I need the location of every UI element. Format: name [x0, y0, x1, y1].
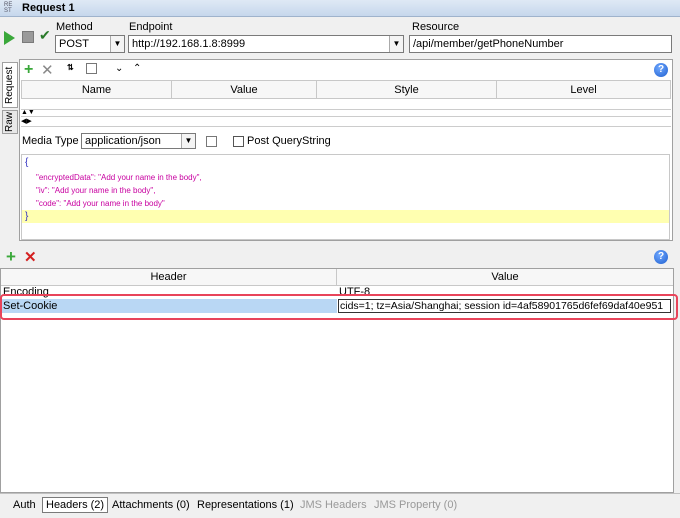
method-label: Method — [56, 21, 93, 33]
help-icon[interactable]: ? — [654, 63, 668, 77]
resource-input[interactable]: /api/member/getPhoneNumber — [409, 35, 672, 53]
chevron-down-icon[interactable]: ⌄ — [115, 63, 123, 74]
format-icon[interactable] — [206, 136, 217, 147]
window-title: Request 1 — [22, 2, 75, 14]
endpoint-label: Endpoint — [129, 21, 173, 33]
request-body-editor[interactable]: { "encryptedData": "Add your name in the… — [21, 154, 670, 240]
rest-request-icon: RE ST — [4, 2, 13, 14]
column-level[interactable]: Level — [496, 80, 671, 99]
stop-icon[interactable] — [22, 31, 34, 43]
post-querystring-label: Post QueryString — [247, 135, 331, 147]
chevron-down-icon: ▼ — [110, 36, 124, 52]
endpoint-value: http://192.168.1.8:8999 — [132, 38, 246, 50]
column-header[interactable]: Header — [1, 269, 337, 286]
post-querystring-checkbox[interactable] — [233, 136, 244, 147]
run-icon[interactable] — [4, 31, 15, 45]
sort-icon[interactable]: ⇅ — [67, 63, 74, 72]
column-style[interactable]: Style — [316, 80, 497, 99]
tab-auth[interactable]: Auth — [13, 499, 36, 511]
highlight-annotation — [0, 294, 678, 320]
code-line: } — [22, 210, 669, 223]
tab-jms-property: JMS Property (0) — [374, 499, 458, 511]
clear-icon[interactable] — [86, 63, 97, 74]
assertions-icon[interactable]: ✔ — [39, 27, 51, 44]
tab-headers[interactable]: Headers (2) — [42, 497, 109, 513]
column-name[interactable]: Name — [21, 80, 172, 99]
column-value[interactable]: Value — [337, 269, 673, 286]
tab-raw[interactable]: Raw — [2, 110, 18, 134]
params-table: Name Value Style Level — [21, 80, 671, 99]
tab-jms-headers: JMS Headers — [300, 499, 367, 511]
code-line: "iv": "Add your name in the body", — [36, 186, 156, 195]
code-line: "code": "Add your name in the body" — [36, 199, 165, 208]
resource-label: Resource — [412, 21, 460, 33]
chevron-down-icon: ▼ — [389, 36, 403, 52]
media-type-select[interactable]: application/json ▼ — [81, 133, 196, 149]
tab-attachments[interactable]: Attachments (0) — [112, 499, 190, 511]
media-type-value: application/json — [85, 135, 161, 147]
chevron-down-icon: ▼ — [181, 134, 195, 148]
params-scroll[interactable]: ◀▶ — [21, 118, 671, 127]
params-splitter[interactable]: ▲▼ — [21, 109, 671, 117]
method-select[interactable]: POST ▼ — [55, 35, 125, 53]
remove-header-icon[interactable]: ✕ — [24, 248, 37, 266]
help-icon[interactable]: ? — [654, 250, 668, 264]
tab-request[interactable]: Request — [2, 62, 18, 108]
column-value[interactable]: Value — [171, 80, 317, 99]
add-header-icon[interactable]: + — [6, 247, 16, 267]
chevron-up-icon[interactable]: ⌃ — [133, 63, 141, 74]
add-param-icon[interactable]: + — [24, 61, 33, 79]
tab-representations[interactable]: Representations (1) — [197, 499, 294, 511]
bottom-tab-bar: Auth Headers (2) Attachments (0) Represe… — [0, 493, 680, 518]
remove-param-icon[interactable]: ✕ — [41, 61, 54, 79]
media-type-label: Media Type — [22, 135, 79, 147]
code-line: { — [25, 157, 29, 168]
endpoint-select[interactable]: http://192.168.1.8:8999 ▼ — [128, 35, 404, 53]
code-line: "encryptedData": "Add your name in the b… — [36, 173, 202, 182]
title-bar: RE ST Request 1 — [0, 0, 680, 17]
method-value: POST — [59, 38, 89, 50]
